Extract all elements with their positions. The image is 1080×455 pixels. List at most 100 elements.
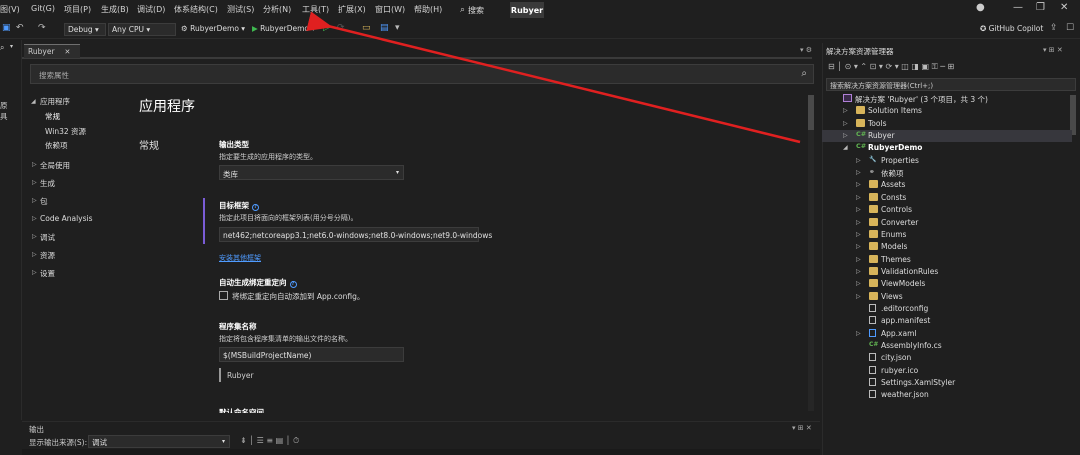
platform-select[interactable]: Any CPU ▾ — [108, 23, 176, 36]
collapsed-arrow-icon[interactable]: ▷ — [856, 280, 861, 287]
assembly-name-input[interactable]: $(MSBuildProjectName) — [219, 347, 404, 362]
hot-reload-icon[interactable]: ⟳ — [337, 23, 345, 33]
tree-item[interactable]: app.manifest — [822, 315, 1072, 327]
account-icon[interactable]: ● — [976, 2, 985, 13]
tree-item[interactable]: city.json — [822, 352, 1072, 364]
tree-item[interactable]: ▷ Consts — [822, 192, 1072, 204]
undo-icon[interactable]: ↶ — [16, 23, 24, 33]
collapsed-arrow-icon[interactable]: ▷ — [856, 231, 861, 238]
tree-item[interactable]: ▷ Converter — [822, 217, 1072, 229]
collapsed-arrow-icon[interactable]: ▷ — [856, 330, 861, 337]
tree-item[interactable]: ▷ ⚭ 依赖项 — [822, 167, 1072, 179]
left-strip-label[interactable]: 具 — [0, 111, 8, 122]
nav-settings[interactable]: 设置 — [40, 268, 55, 279]
tree-item[interactable]: ▷ C# Rubyer — [822, 130, 1072, 143]
tab-overflow-icon[interactable]: ▾ ⚙ — [800, 46, 812, 54]
menu-build[interactable]: 生成(B) — [101, 4, 129, 15]
pane-controls[interactable]: ▾ ⊞ ✕ — [1043, 46, 1063, 54]
nav-dependencies[interactable]: 依赖项 — [45, 140, 68, 151]
menu-project[interactable]: 项目(P) — [64, 4, 91, 15]
menu-git[interactable]: Git(G) — [31, 4, 55, 13]
tab-close-icon[interactable]: ✕ — [65, 48, 71, 56]
nav-debug[interactable]: 调试 — [40, 232, 55, 243]
startup-project-select[interactable]: ⚙ RubyerDemo ▾ — [181, 24, 245, 33]
collapse-arrow-icon[interactable]: ▷ — [32, 161, 37, 168]
tree-item[interactable]: rubyer.ico — [822, 365, 1072, 377]
collapsed-arrow-icon[interactable]: ▷ — [843, 107, 848, 114]
menu-analyze[interactable]: 分析(N) — [263, 4, 291, 15]
properties-scrollbar[interactable] — [808, 95, 814, 411]
layout-icon[interactable]: ▤ — [380, 23, 389, 33]
nav-build[interactable]: 生成 — [40, 178, 55, 189]
tree-item[interactable]: Settings.XamlStyler — [822, 377, 1072, 389]
tree-item[interactable]: ▷ Themes — [822, 254, 1072, 266]
nav-resources[interactable]: 资源 — [40, 250, 55, 261]
tree-item[interactable]: C# AssemblyInfo.cs — [822, 340, 1072, 352]
install-frameworks-link[interactable]: 安装其他框架 — [219, 253, 261, 263]
output-source-select[interactable]: 调试 ▾ — [88, 435, 230, 448]
collapse-arrow-icon[interactable]: ▷ — [32, 179, 37, 186]
redo-icon[interactable]: ↷ — [38, 23, 46, 33]
open-folder-icon[interactable]: ▭ — [362, 23, 371, 33]
tree-item[interactable]: ▷ Tools — [822, 118, 1072, 130]
menu-extensions[interactable]: 扩展(X) — [338, 4, 366, 15]
nav-win32-resources[interactable]: Win32 资源 — [45, 126, 86, 137]
tree-item[interactable]: ▷ Controls — [822, 204, 1072, 216]
menu-debug[interactable]: 调试(D) — [137, 4, 165, 15]
share-icon[interactable]: ⇪ — [1050, 23, 1058, 33]
target-framework-input[interactable]: net462;netcoreapp3.1;net6.0-windows;net8… — [219, 227, 492, 242]
feedback-icon[interactable]: ☐ — [1066, 23, 1074, 33]
tree-item[interactable]: ▷ ViewModels — [822, 278, 1072, 290]
output-toolbar-icons[interactable]: ⇟ │ ☰ ≡ ▤ │ ⏱ — [240, 436, 299, 446]
menu-help[interactable]: 帮助(H) — [414, 4, 442, 15]
collapsed-arrow-icon[interactable]: ▷ — [843, 120, 848, 127]
collapsed-arrow-icon[interactable]: ▷ — [856, 169, 861, 176]
auto-redirect-checkbox[interactable] — [219, 291, 228, 300]
start-without-debugging-icon[interactable]: ▷ — [323, 23, 330, 33]
left-strip-search-icon[interactable]: ⌕ — [0, 43, 4, 53]
collapsed-arrow-icon[interactable]: ▷ — [856, 268, 861, 275]
collapsed-arrow-icon[interactable]: ▷ — [856, 194, 861, 201]
collapsed-arrow-icon[interactable]: ▷ — [856, 181, 861, 188]
collapsed-arrow-icon[interactable]: ▷ — [856, 256, 861, 263]
collapse-arrow-icon[interactable]: ▷ — [32, 197, 37, 204]
tree-item[interactable]: ▷ Models — [822, 241, 1072, 253]
tree-item[interactable]: ▷ ValidationRules — [822, 266, 1072, 278]
menu-architecture[interactable]: 体系结构(C) — [174, 4, 218, 15]
tree-item[interactable]: ▷ Views — [822, 291, 1072, 303]
close-icon[interactable]: ✕ — [1060, 2, 1068, 13]
tree-item[interactable]: ▷ Assets — [822, 179, 1072, 191]
collapse-arrow-icon[interactable]: ▷ — [32, 233, 37, 240]
collapsed-arrow-icon[interactable]: ▷ — [856, 219, 861, 226]
nav-general[interactable]: 常规 — [45, 111, 60, 122]
output-type-select[interactable]: 类库 ▾ — [219, 165, 404, 180]
menu-tools[interactable]: 工具(T) — [302, 4, 329, 15]
expand-arrow-icon[interactable]: ◢ — [31, 98, 36, 105]
collapsed-arrow-icon[interactable]: ▷ — [856, 206, 861, 213]
collapsed-arrow-icon[interactable]: ▷ — [856, 243, 861, 250]
copilot-button[interactable]: ✪ GitHub Copilot — [980, 24, 1043, 33]
minimize-icon[interactable]: — — [1013, 2, 1023, 13]
restore-icon[interactable]: ❐ — [1036, 2, 1045, 13]
toolbar-overflow-icon[interactable]: ▾ — [395, 23, 400, 33]
menu-test[interactable]: 测试(S) — [227, 4, 254, 15]
nav-package[interactable]: 包 — [40, 196, 48, 207]
search-button[interactable]: ⌕ 搜索 — [460, 3, 484, 17]
save-all-icon[interactable]: ▣ — [2, 23, 11, 33]
collapse-arrow-icon[interactable]: ▷ — [32, 269, 37, 276]
tree-item[interactable]: ▷ Enums — [822, 229, 1072, 241]
tree-item[interactable]: ▷ Solution Items — [822, 105, 1072, 117]
tree-item[interactable]: .editorconfig — [822, 303, 1072, 315]
collapsed-arrow-icon[interactable]: ▷ — [843, 132, 848, 139]
tree-item[interactable]: ▷ App.xaml — [822, 328, 1072, 340]
menu-window[interactable]: 窗口(W) — [375, 4, 405, 15]
tree-item[interactable]: ◢ C# RubyerDemo — [822, 142, 1072, 154]
nav-global-usings[interactable]: 全局使用 — [40, 160, 70, 171]
property-search-input[interactable]: 搜索属性 ⌕ — [30, 64, 814, 84]
collapse-arrow-icon[interactable]: ▷ — [32, 215, 37, 222]
menu-view[interactable]: 图(V) — [0, 4, 20, 15]
start-debugging-button[interactable]: ▶ RubyerDemo ▾ — [252, 24, 315, 33]
tab-rubyer-properties[interactable]: Rubyer ✕ — [24, 44, 80, 58]
nav-code-analysis[interactable]: Code Analysis — [40, 214, 93, 223]
output-text-area[interactable] — [22, 449, 820, 455]
